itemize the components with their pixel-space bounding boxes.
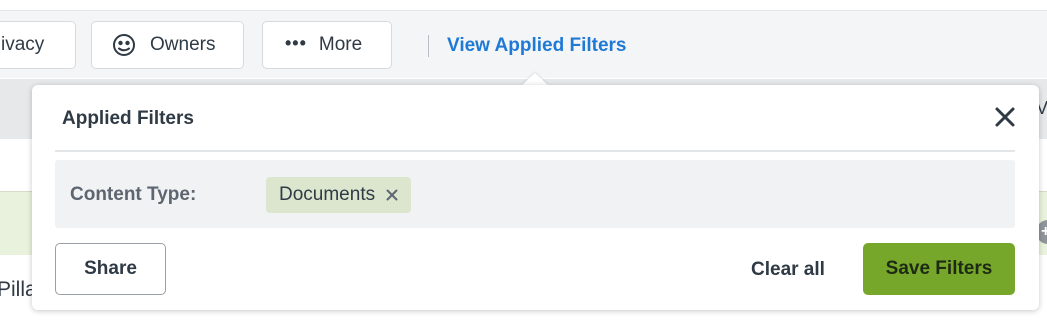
applied-filters-popover: Applied Filters Content Type: Documents … xyxy=(32,85,1039,310)
filter-toolbar: ivacy Owners ••• More View Applied Filte… xyxy=(0,10,1047,78)
filter-chip-documents: Documents xyxy=(266,177,412,213)
chip-remove-icon[interactable] xyxy=(385,188,399,202)
save-filters-button[interactable]: Save Filters xyxy=(863,243,1015,295)
owners-icon xyxy=(112,33,136,57)
share-button[interactable]: Share xyxy=(55,243,166,295)
privacy-filter-label: ivacy xyxy=(1,34,45,55)
toolbar-separator xyxy=(428,35,429,57)
owners-filter-button[interactable]: Owners xyxy=(91,21,244,69)
filter-chip-label: Documents xyxy=(279,184,376,205)
view-applied-filters-link[interactable]: View Applied Filters xyxy=(447,35,627,57)
filter-row: Content Type: Documents xyxy=(55,160,1015,228)
popover-title: Applied Filters xyxy=(62,108,194,129)
owners-filter-label: Owners xyxy=(150,34,216,55)
privacy-filter-button[interactable]: ivacy xyxy=(0,21,76,69)
close-icon[interactable] xyxy=(992,104,1018,130)
more-filters-button[interactable]: ••• More xyxy=(262,21,392,69)
clear-all-button[interactable]: Clear all xyxy=(751,259,825,281)
popover-divider xyxy=(55,150,1015,152)
more-filters-label: More xyxy=(318,34,363,55)
more-dots-icon: ••• xyxy=(285,32,307,53)
filter-label-content-type: Content Type: xyxy=(70,184,197,205)
